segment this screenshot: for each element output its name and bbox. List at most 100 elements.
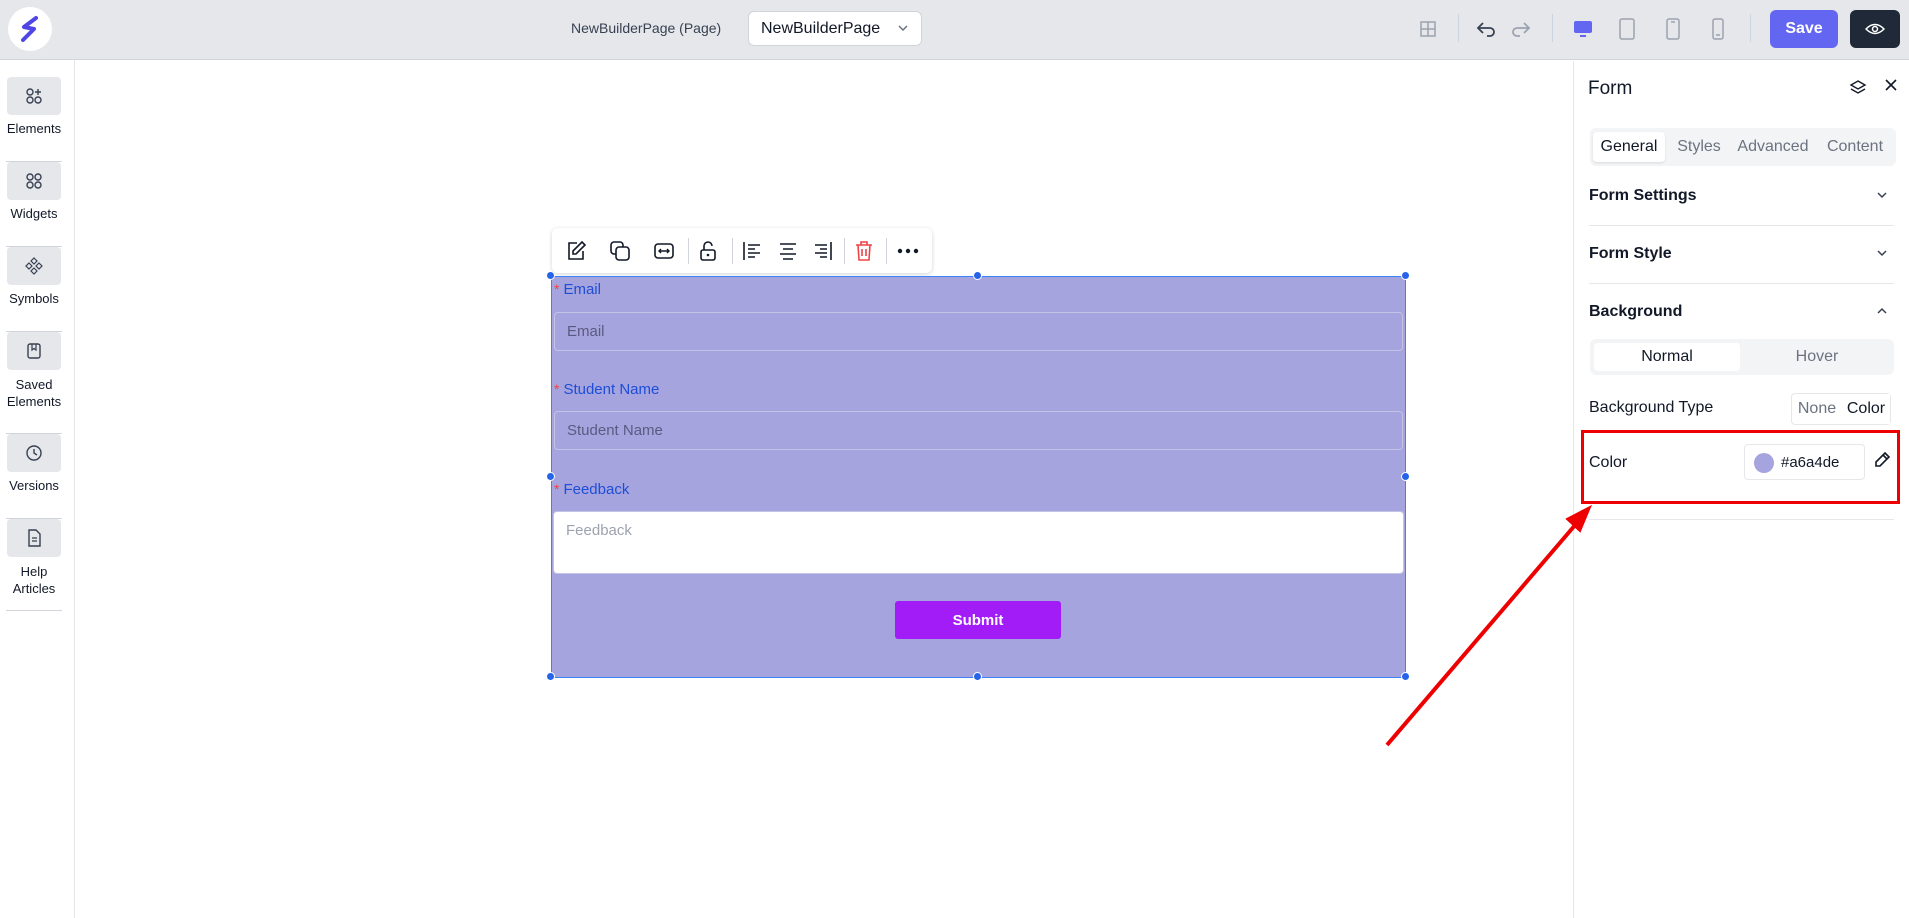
bookmark-icon bbox=[7, 332, 61, 370]
sidebar-item-label: Elements bbox=[6, 121, 62, 136]
email-label: * Email bbox=[554, 281, 601, 298]
history-icon bbox=[7, 434, 61, 472]
highlight-box bbox=[1581, 430, 1900, 504]
chevron-down-icon bbox=[1877, 250, 1887, 257]
submit-button[interactable]: Submit bbox=[895, 601, 1061, 639]
background-type-label: Background Type bbox=[1589, 399, 1714, 416]
desktop-view-icon[interactable] bbox=[1570, 16, 1596, 42]
align-left-icon[interactable] bbox=[738, 237, 766, 265]
form-style-section[interactable]: Form Style bbox=[1589, 245, 1894, 263]
sidebar-item-versions[interactable]: Versions bbox=[0, 434, 68, 493]
page-select[interactable]: NewBuilderPage bbox=[748, 11, 922, 46]
tab-advanced[interactable]: Advanced bbox=[1732, 132, 1814, 162]
background-type-toggle: None Color bbox=[1791, 393, 1891, 425]
sidebar-divider bbox=[6, 610, 62, 611]
delete-icon[interactable] bbox=[850, 237, 878, 265]
resize-handle-right[interactable] bbox=[1401, 472, 1410, 481]
unlock-icon[interactable] bbox=[694, 237, 722, 265]
elements-icon bbox=[7, 77, 61, 115]
resize-handle-bottom-left[interactable] bbox=[546, 672, 555, 681]
chevron-down-icon bbox=[898, 25, 908, 32]
background-type-none[interactable]: None bbox=[1792, 394, 1842, 424]
layers-icon[interactable] bbox=[1849, 79, 1869, 99]
page-title: NewBuilderPage (Page) bbox=[571, 20, 722, 36]
panel-title: Form bbox=[1588, 78, 1633, 99]
symbols-icon bbox=[7, 247, 61, 285]
close-icon[interactable] bbox=[1883, 77, 1903, 97]
sidebar-item-symbols[interactable]: Symbols bbox=[0, 247, 68, 306]
mobile-view-icon[interactable] bbox=[1705, 16, 1731, 42]
background-section[interactable]: Background bbox=[1589, 303, 1894, 321]
resize-handle-bottom[interactable] bbox=[973, 672, 982, 681]
document-icon bbox=[7, 519, 61, 557]
student-name-label: * Student Name bbox=[554, 381, 660, 398]
required-marker: * bbox=[554, 381, 560, 397]
tab-general[interactable]: General bbox=[1593, 132, 1665, 162]
resize-handle-top-left[interactable] bbox=[546, 271, 555, 280]
mobile-landscape-icon[interactable] bbox=[1660, 16, 1686, 42]
grid-layout-icon[interactable] bbox=[1415, 16, 1441, 42]
save-button[interactable]: Save bbox=[1770, 10, 1838, 48]
logo-icon bbox=[21, 16, 38, 42]
feedback-label: * Feedback bbox=[554, 481, 630, 498]
toolbar-divider bbox=[1750, 14, 1751, 42]
preview-button[interactable] bbox=[1850, 10, 1900, 48]
sidebar-item-label: Symbols bbox=[9, 291, 59, 306]
element-toolbar bbox=[552, 228, 932, 273]
chevron-down-icon bbox=[1877, 192, 1887, 199]
form-element[interactable]: * Email Email * Student Name Student Name … bbox=[551, 276, 1406, 678]
resize-handle-top-right[interactable] bbox=[1401, 271, 1410, 280]
student-name-input[interactable]: Student Name bbox=[554, 411, 1403, 450]
toolbar-divider bbox=[1458, 14, 1459, 42]
section-title: Background bbox=[1589, 303, 1683, 320]
redo-icon[interactable] bbox=[1508, 16, 1534, 42]
section-title: Form Style bbox=[1589, 245, 1672, 262]
sidebar-item-label: Help Articles bbox=[12, 564, 56, 596]
sidebar-item-elements[interactable]: Elements bbox=[0, 77, 68, 136]
edit-icon[interactable] bbox=[562, 237, 590, 265]
state-normal[interactable]: Normal bbox=[1594, 343, 1740, 371]
chevron-up-icon bbox=[1877, 307, 1887, 314]
section-title: Form Settings bbox=[1589, 187, 1697, 204]
more-icon[interactable] bbox=[894, 237, 922, 265]
resize-handle-left[interactable] bbox=[546, 472, 555, 481]
align-center-icon[interactable] bbox=[774, 237, 802, 265]
top-bar: NewBuilderPage (Page) NewBuilderPage Sav… bbox=[0, 0, 1909, 60]
widgets-icon bbox=[7, 162, 61, 200]
form-settings-section[interactable]: Form Settings bbox=[1589, 187, 1894, 205]
eye-icon bbox=[1865, 23, 1885, 35]
sidebar-item-label: Widgets bbox=[10, 206, 58, 221]
duplicate-icon[interactable] bbox=[606, 237, 634, 265]
toolbar-divider bbox=[732, 238, 733, 264]
student-name-placeholder: Student Name bbox=[567, 422, 663, 439]
tab-content[interactable]: Content bbox=[1818, 132, 1892, 162]
section-divider bbox=[1589, 225, 1894, 226]
panel-tabs: General Styles Advanced Content bbox=[1590, 128, 1896, 166]
width-icon[interactable] bbox=[650, 237, 678, 265]
left-sidebar: Elements Widgets Symbols Saved Elements … bbox=[0, 60, 75, 918]
section-divider bbox=[1589, 283, 1894, 284]
resize-handle-bottom-right[interactable] bbox=[1401, 672, 1410, 681]
state-switch: Normal Hover bbox=[1590, 339, 1894, 375]
undo-icon[interactable] bbox=[1473, 16, 1499, 42]
background-type-color[interactable]: Color bbox=[1842, 394, 1890, 424]
required-marker: * bbox=[554, 281, 560, 297]
sidebar-item-label: Versions bbox=[9, 478, 59, 493]
sidebar-item-help-articles[interactable]: Help Articles bbox=[0, 519, 68, 597]
tab-styles[interactable]: Styles bbox=[1669, 132, 1729, 162]
sidebar-item-label: Saved Elements bbox=[6, 377, 62, 409]
state-hover[interactable]: Hover bbox=[1744, 343, 1890, 371]
email-input[interactable]: Email bbox=[554, 312, 1403, 351]
app-logo[interactable] bbox=[8, 7, 52, 51]
align-right-icon[interactable] bbox=[809, 237, 837, 265]
feedback-textarea[interactable]: Feedback bbox=[553, 511, 1404, 574]
page-select-value: NewBuilderPage bbox=[761, 20, 881, 37]
tablet-view-icon[interactable] bbox=[1614, 16, 1640, 42]
feedback-placeholder: Feedback bbox=[566, 522, 632, 539]
toolbar-divider bbox=[886, 238, 887, 264]
toolbar-divider bbox=[688, 238, 689, 264]
sidebar-item-saved-elements[interactable]: Saved Elements bbox=[0, 332, 68, 410]
toolbar-divider bbox=[1552, 14, 1553, 42]
resize-handle-top[interactable] bbox=[973, 271, 982, 280]
sidebar-item-widgets[interactable]: Widgets bbox=[0, 162, 68, 221]
